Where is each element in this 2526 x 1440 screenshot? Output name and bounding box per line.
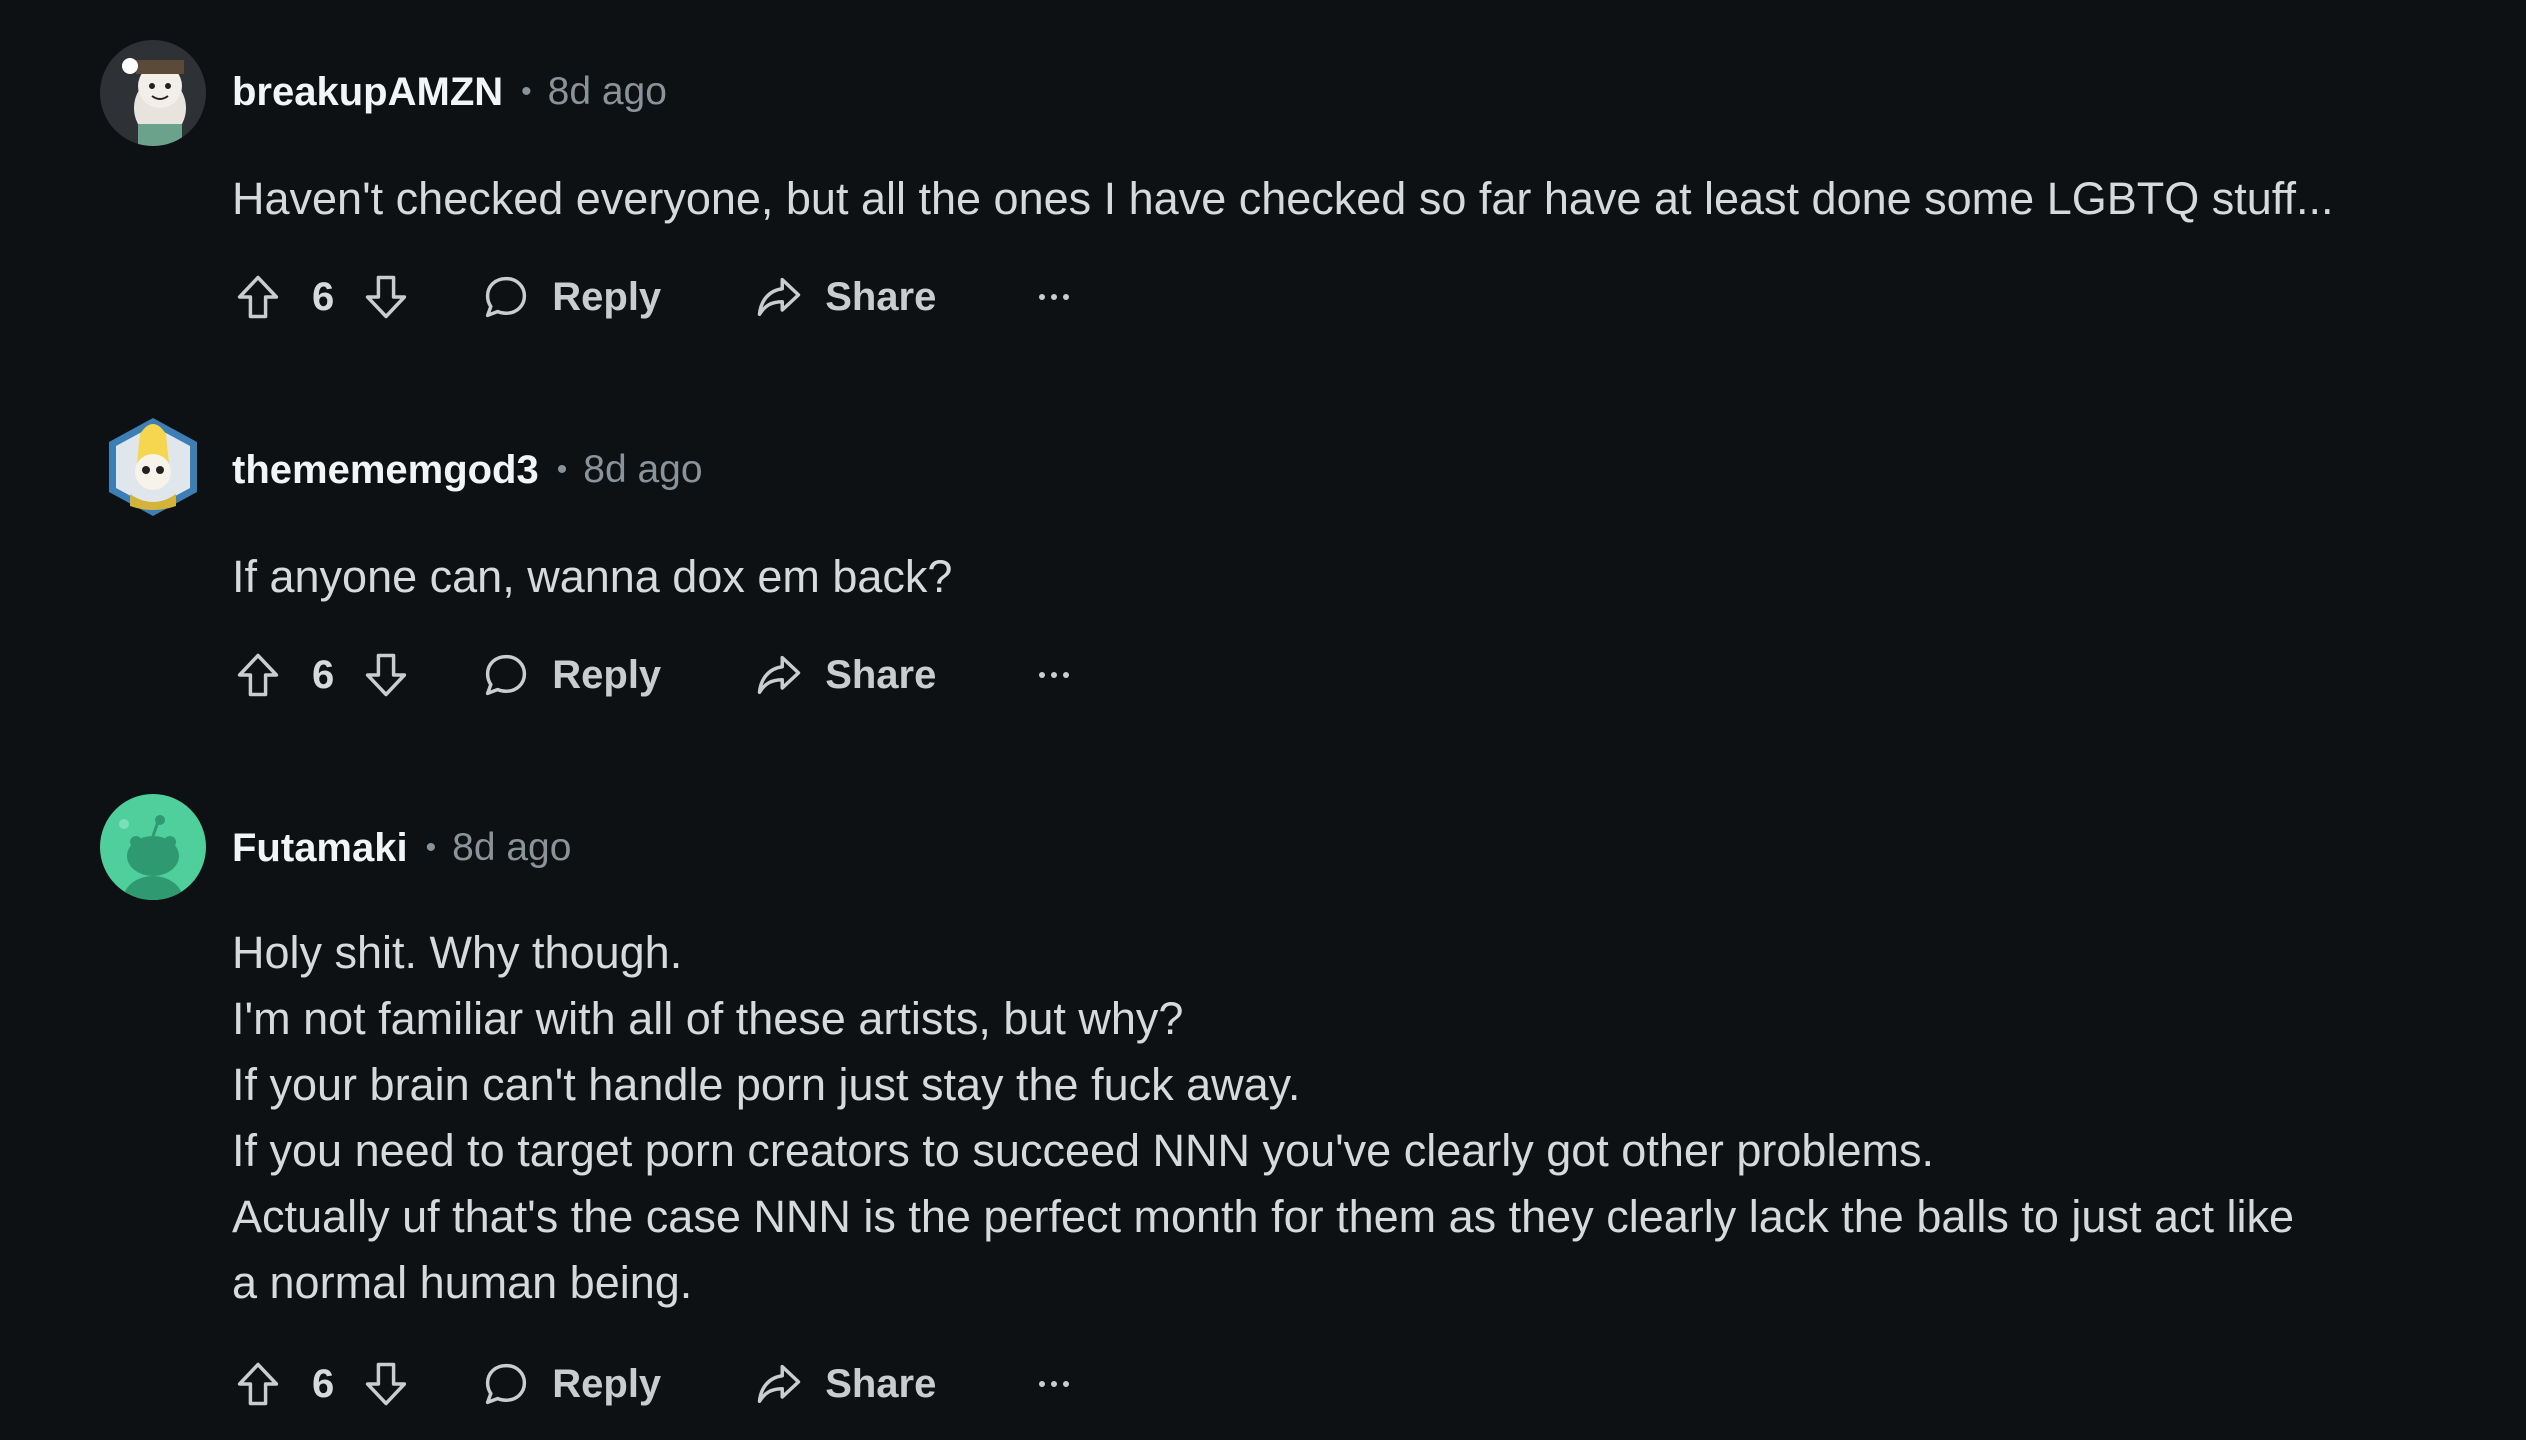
comment-line: Holy shit. Why though. (232, 927, 683, 978)
share-button[interactable]: Share (753, 640, 936, 710)
reply-label: Reply (552, 1361, 662, 1406)
ellipsis-icon[interactable] (1024, 1354, 1084, 1414)
vote-count: 6 (312, 1361, 335, 1406)
comment-meta: breakupAMZN • 8d ago (232, 62, 667, 122)
username[interactable]: Futamaki (232, 826, 408, 871)
avatar-image (109, 418, 197, 516)
meta-separator: • (556, 453, 568, 486)
comment-line: If your brain can't handle porn just sta… (232, 1059, 1301, 1110)
share-arrow-icon (753, 1358, 805, 1410)
comment-line: Actually uf that's the case NNN is the p… (232, 1191, 2295, 1242)
comment-actions: 6 Reply Share (232, 1349, 1084, 1419)
share-label: Share (825, 1361, 937, 1406)
share-label: Share (825, 274, 937, 319)
comment-line: If anyone can, wanna dox em back? (232, 551, 953, 602)
avatar[interactable] (100, 794, 206, 900)
comment-line: I'm not familiar with all of these artis… (232, 993, 1184, 1044)
username[interactable]: themememgod3 (232, 448, 539, 493)
avatar[interactable] (100, 414, 206, 520)
reply-button[interactable]: Reply (480, 1349, 661, 1419)
vote-count: 6 (312, 274, 335, 319)
upvote-arrow-icon[interactable] (232, 1358, 284, 1410)
share-arrow-icon (753, 271, 805, 323)
meta-separator: • (521, 75, 532, 108)
reply-button[interactable]: Reply (480, 640, 661, 710)
speech-bubble-icon (480, 271, 532, 323)
upvote-arrow-icon[interactable] (232, 649, 284, 701)
reply-button[interactable]: Reply (480, 262, 661, 332)
username[interactable]: breakupAMZN (232, 70, 503, 115)
timestamp[interactable]: 8d ago (583, 448, 702, 492)
downvote-arrow-icon[interactable] (360, 649, 412, 701)
comment-line: a normal human being. (232, 1257, 693, 1308)
vote-count: 6 (312, 652, 335, 697)
downvote-arrow-icon[interactable] (360, 271, 412, 323)
speech-bubble-icon (480, 1358, 532, 1410)
speech-bubble-icon (480, 649, 532, 701)
comment-line: If you need to target porn creators to s… (232, 1125, 1934, 1176)
comment-body: If anyone can, wanna dox em back? (232, 544, 2492, 610)
timestamp[interactable]: 8d ago (452, 826, 571, 870)
ellipsis-icon[interactable] (1024, 267, 1084, 327)
comment-line: Haven't checked everyone, but all the on… (232, 173, 2334, 224)
share-arrow-icon (753, 649, 805, 701)
avatar-image (100, 40, 206, 146)
share-button[interactable]: Share (753, 262, 936, 332)
comment-meta: Futamaki • 8d ago (232, 818, 571, 878)
comment-actions: 6 Reply Share (232, 640, 1084, 710)
comment-actions: 6 Reply Share (232, 262, 1084, 332)
default-snoo-avatar (100, 794, 206, 900)
share-label: Share (825, 652, 937, 697)
avatar[interactable] (100, 40, 206, 146)
ellipsis-icon[interactable] (1024, 645, 1084, 705)
share-button[interactable]: Share (753, 1349, 936, 1419)
timestamp[interactable]: 8d ago (548, 70, 667, 114)
comment-body: Holy shit. Why though. I'm not familiar … (232, 920, 2492, 1316)
upvote-arrow-icon[interactable] (232, 271, 284, 323)
comment-body: Haven't checked everyone, but all the on… (232, 166, 2492, 232)
meta-separator: • (425, 831, 437, 864)
reply-label: Reply (552, 652, 662, 697)
comment-meta: themememgod3 • 8d ago (232, 440, 703, 500)
reply-label: Reply (552, 274, 662, 319)
downvote-arrow-icon[interactable] (360, 1358, 412, 1410)
